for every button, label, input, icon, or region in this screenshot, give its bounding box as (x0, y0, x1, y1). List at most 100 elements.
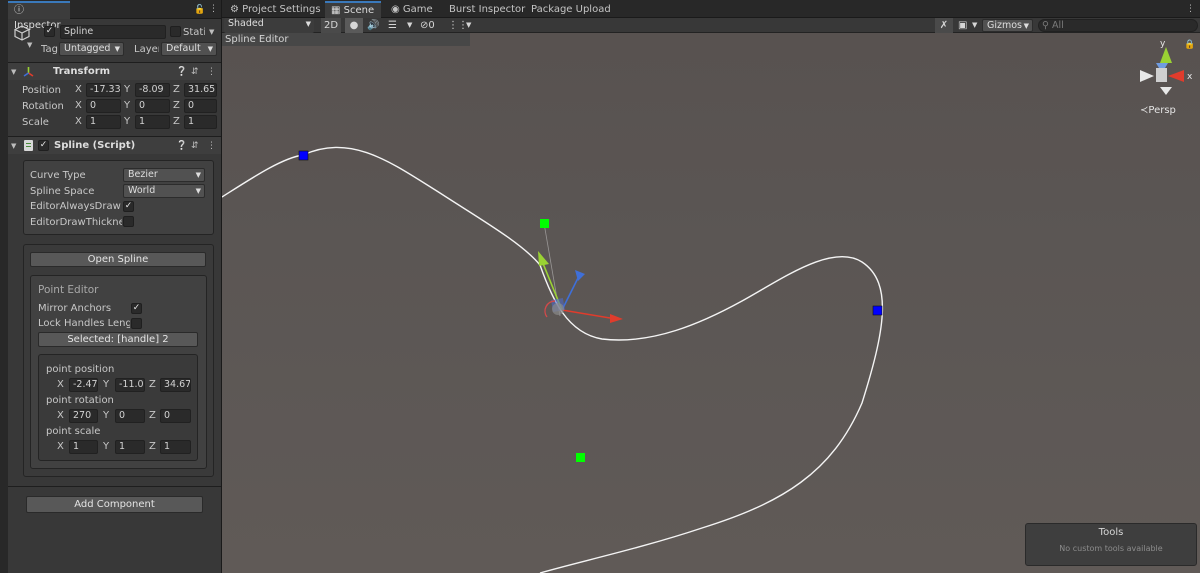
scale-z-field[interactable]: 1 (184, 115, 217, 129)
gear-icon: ⚙ (230, 4, 243, 15)
kebab-menu-icon[interactable]: ⋮ (209, 3, 218, 15)
help-icon[interactable]: ❔ (176, 66, 187, 78)
open-spline-button[interactable]: Open Spline (30, 252, 206, 267)
draw-mode-dropdown[interactable]: Shaded ▼ (224, 18, 314, 33)
point-rotation-x-field[interactable]: 270 (69, 409, 98, 423)
editor-always-draw-checkbox[interactable]: ✓ (123, 201, 134, 212)
point-rotation-y-field[interactable]: 0 (115, 409, 145, 423)
static-dropdown-caret-icon[interactable]: ▼ (209, 26, 214, 38)
static-checkbox[interactable] (170, 26, 181, 37)
selected-handle-button[interactable]: Selected: [handle] 2 (38, 332, 198, 347)
point-position-y-field[interactable]: -11.0: (115, 378, 145, 392)
add-component-button[interactable]: Add Component (26, 496, 203, 513)
spline-canvas[interactable] (222, 33, 1200, 573)
chevron-down-icon[interactable]: ▼ (466, 18, 471, 33)
chevron-down-icon[interactable]: ▼ (27, 39, 32, 51)
scale-y-field[interactable]: 1 (135, 115, 170, 129)
info-icon: ⓘ (14, 5, 24, 16)
point-position-x-field[interactable]: -2.47: (69, 378, 98, 392)
rotation-z-field[interactable]: 0 (184, 99, 217, 113)
lock-icon[interactable]: 🔓 (194, 4, 205, 16)
spline-handle-point (540, 219, 549, 228)
position-y-field[interactable]: -8.09 (135, 83, 170, 97)
chevron-down-icon: ▼ (114, 45, 120, 53)
gizmo-x-label: x (1187, 72, 1193, 82)
transform-header[interactable]: ▼ Transform ❔ ⇵ ⋮ (8, 62, 221, 80)
gizmo-y-cone (1160, 47, 1172, 63)
mode-2d-button[interactable]: 2D (321, 18, 341, 33)
static-label: Static (183, 27, 205, 38)
kebab-menu-icon[interactable]: ⋮ (207, 66, 216, 78)
axis-z-label: Z (149, 410, 156, 421)
rotation-x-field[interactable]: 0 (86, 99, 121, 113)
preset-sliders-icon[interactable]: ⇵ (191, 66, 199, 78)
chevron-down-icon: ▼ (195, 171, 201, 179)
chevron-down-icon[interactable]: ▼ (972, 18, 977, 33)
hidden-objects-toggle[interactable]: ⊘0 (420, 18, 435, 33)
active-checkbox[interactable]: ✓ (44, 26, 55, 37)
tag-dropdown[interactable]: Untagged ▼ (59, 42, 124, 56)
editor-draw-thickness-checkbox[interactable] (123, 216, 134, 227)
left-edge-strip (0, 0, 8, 573)
rotation-y-field[interactable]: 0 (135, 99, 170, 113)
spline-space-label: Spline Space (30, 186, 95, 197)
point-scale-x-field[interactable]: 1 (69, 440, 98, 454)
gamepad-icon: ◉ (391, 4, 403, 15)
preset-sliders-icon[interactable]: ⇵ (191, 140, 199, 152)
point-position-label: point position (46, 364, 115, 375)
scene-viewport[interactable]: Spline Editor y x 🔒 ≺Persp Tools No cust… (222, 33, 1200, 573)
spline-anchor-point (298, 150, 309, 161)
projection-toggle[interactable]: ≺Persp (1140, 105, 1176, 116)
gizmos-dropdown[interactable]: Gizmos ▼ (982, 19, 1033, 32)
kebab-menu-icon[interactable]: ⋮ (1186, 3, 1195, 15)
position-x-field[interactable]: -17.33 (86, 83, 121, 97)
enabled-checkbox[interactable]: ✓ (38, 140, 49, 151)
scale-x-field[interactable]: 1 (86, 115, 121, 129)
point-scale-y-field[interactable]: 1 (115, 440, 145, 454)
lock-handles-checkbox[interactable] (131, 318, 142, 329)
axis-x-label: X (57, 441, 64, 452)
editor-always-draw-label: EditorAlwaysDraw (30, 201, 121, 212)
point-scale-z-field[interactable]: 1 (160, 440, 191, 454)
curve-type-label: Curve Type (30, 170, 86, 181)
mirror-anchors-checkbox[interactable]: ✓ (131, 303, 142, 314)
axis-y-label: Y (124, 100, 131, 111)
camera-icon[interactable]: ▣ (958, 18, 967, 33)
tab-inspector[interactable]: ⓘ Inspector (8, 1, 70, 31)
gizmo-x-arrowhead (610, 314, 623, 323)
grid-toggle-icon[interactable]: ⋮⋮ (448, 18, 468, 33)
spline-space-dropdown[interactable]: World ▼ (123, 184, 205, 198)
point-rotation-z-field[interactable]: 0 (160, 409, 191, 423)
tab-game[interactable]: ◉ Game (385, 1, 439, 19)
object-name-field[interactable]: Spline (60, 25, 166, 39)
audio-speaker-icon[interactable]: 🔊 (367, 18, 379, 33)
orientation-gizmo[interactable] (1140, 47, 1184, 95)
axis-x-label: X (57, 410, 64, 421)
chevron-down-icon: ▼ (1023, 22, 1029, 30)
inspector-tab-bar: ⓘ Inspector 🔓 ⋮ (8, 0, 221, 31)
foldout-arrow-icon[interactable]: ▼ (11, 140, 16, 152)
help-icon[interactable]: ❔ (176, 140, 187, 152)
editor-draw-thickness-label: EditorDrawThicknes (30, 217, 122, 228)
tab-scene[interactable]: ▦ Scene (325, 1, 381, 19)
spline-script-header[interactable]: ▼ ✓ Spline (Script) ❔ ⇵ ⋮ (8, 136, 221, 154)
axis-z-label: Z (149, 379, 156, 390)
foldout-arrow-icon[interactable]: ▼ (11, 66, 16, 78)
hierarchy-search-input[interactable]: ⚲ All (1038, 19, 1198, 32)
point-editor-title: Point Editor (38, 284, 99, 296)
kebab-menu-icon[interactable]: ⋮ (207, 140, 216, 152)
lock-icon[interactable]: 🔒 (1184, 40, 1195, 50)
curve-type-dropdown[interactable]: Bezier ▼ (123, 168, 205, 182)
effects-layers-icon[interactable]: ☰ (388, 18, 397, 33)
position-z-field[interactable]: 31.65 (184, 83, 217, 97)
tab-burst-inspector[interactable]: Burst Inspector (443, 1, 531, 19)
lighting-bulb-icon[interactable]: ● (345, 18, 363, 33)
chevron-down-icon[interactable]: ▼ (407, 18, 412, 33)
axis-y-label: Y (103, 379, 110, 390)
layer-dropdown[interactable]: Default ▼ (161, 42, 217, 56)
tab-project-settings[interactable]: ⚙ Project Settings (224, 1, 327, 19)
tools-wrench-icon[interactable]: ✗ (935, 18, 953, 33)
point-scale-label: point scale (46, 426, 101, 437)
tab-package-upload[interactable]: Package Upload (525, 1, 617, 19)
point-position-z-field[interactable]: 34.67 (160, 378, 191, 392)
